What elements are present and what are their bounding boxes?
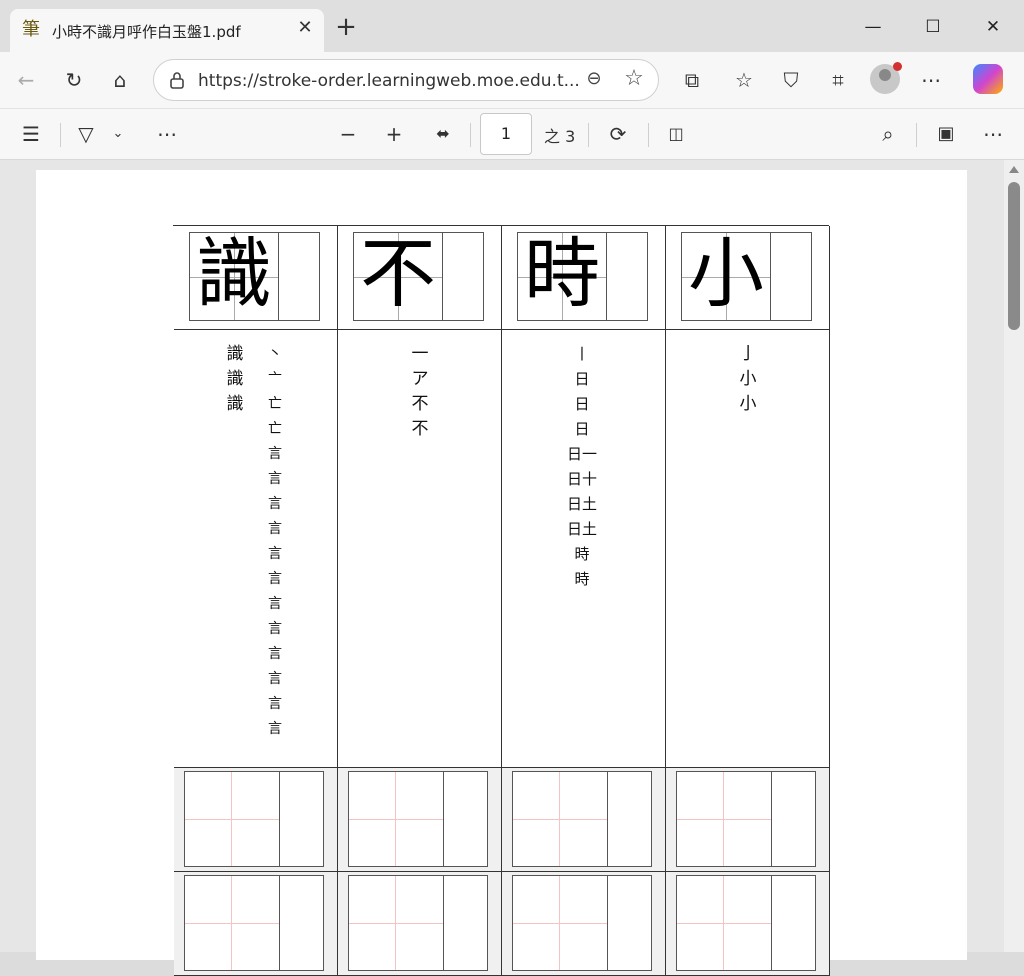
copilot-icon[interactable] (973, 64, 1003, 94)
stroke-sequence: 亅 小 小 (739, 344, 757, 414)
practice-cell[interactable] (666, 768, 830, 872)
favorites-icon[interactable]: ☆ (728, 64, 760, 96)
character-box: 時 (517, 229, 648, 321)
stroke-sequence: 一 ア 不 不 (411, 344, 429, 439)
separator (588, 123, 589, 147)
more-menu-icon[interactable]: ⋯ (915, 64, 947, 96)
stroke-sequence-right: 丶 亠 亡 亡 言 言 言 言 言 言 言 言 言 言 言 言 (268, 346, 282, 737)
search-icon[interactable]: ⌕ (874, 119, 902, 149)
header-cell: 不 (338, 226, 502, 330)
practice-cell[interactable] (502, 872, 666, 976)
practice-cell[interactable] (338, 872, 502, 976)
separator (60, 123, 61, 147)
highlight-icon[interactable]: ▽ (72, 119, 100, 149)
separator (648, 123, 649, 147)
refresh-icon[interactable]: ↻ (58, 64, 90, 96)
zoom-icon[interactable]: ⊖ (582, 68, 606, 92)
pdf-viewer: 識 識 識 識 丶 亠 亡 亡 言 言 言 言 言 言 言 言 言 言 言 言 … (0, 160, 1024, 976)
fit-width-icon[interactable]: ⬌ (428, 119, 458, 149)
stroke-order-table: 識 識 識 識 丶 亠 亡 亡 言 言 言 言 言 言 言 言 言 言 言 言 … (173, 225, 830, 976)
maximize-button[interactable]: ☐ (910, 12, 956, 42)
contents-icon[interactable]: ☰ (18, 119, 44, 149)
page-count: 之 3 (544, 127, 576, 146)
character-box: 識 (189, 229, 320, 321)
practice-cell[interactable] (502, 768, 666, 872)
pdf-toolbar: ☰ ▽ ⌄ ⋯ − + ⬌ 1 之 3 ⟳ ◫ ⌕ ▣ ⋯ (0, 108, 1024, 160)
pdf-page: 識 識 識 識 丶 亠 亡 亡 言 言 言 言 言 言 言 言 言 言 言 言 … (36, 170, 967, 976)
stroke-order-cell: 丨 日 日 日 日一 日十 日土 日土 時 時 (502, 330, 666, 768)
stroke-order-cell: 亅 小 小 (666, 330, 830, 768)
close-tab-icon[interactable]: ✕ (294, 17, 316, 39)
close-window-button[interactable]: ✕ (970, 12, 1016, 42)
character: 不 (360, 229, 436, 318)
zoom-out-icon[interactable]: − (334, 119, 362, 149)
rotate-icon[interactable]: ⟳ (604, 119, 632, 149)
page-view-icon[interactable]: ◫ (662, 119, 690, 149)
new-tab-button[interactable]: + (334, 14, 358, 42)
practice-cell[interactable] (174, 768, 338, 872)
stroke-sequence-left: 識 識 識 (226, 344, 244, 414)
header-cell: 識 (174, 226, 338, 330)
stroke-order-cell: 識 識 識 丶 亠 亡 亡 言 言 言 言 言 言 言 言 言 言 言 言 (174, 330, 338, 768)
extensions-icon[interactable]: ⧉ (676, 64, 708, 96)
character-box: 不 (353, 229, 484, 321)
practice-cell[interactable] (338, 768, 502, 872)
scroll-up-icon[interactable] (1009, 166, 1019, 173)
profile-avatar[interactable] (870, 62, 902, 94)
url-text: https://stroke-order.learningweb.moe.edu… (198, 71, 580, 91)
pdf-favicon-icon: 筆 (22, 19, 40, 40)
stroke-sequence: 丨 日 日 日 日一 日十 日土 日土 時 時 (566, 345, 597, 588)
header-cell: 時 (502, 226, 666, 330)
more-tools-icon[interactable]: ⋯ (152, 119, 182, 149)
tab-active[interactable]: 筆 小時不識月呼作白玉盤1.pdf ✕ (10, 9, 324, 52)
more-options-icon[interactable]: ⋯ (978, 119, 1008, 149)
shield-icon[interactable]: ⛉ (775, 64, 807, 96)
save-icon[interactable]: ▣ (932, 119, 960, 149)
back-icon[interactable]: ← (10, 64, 42, 96)
practice-cell[interactable] (174, 872, 338, 976)
scrollbar-thumb[interactable] (1008, 182, 1020, 330)
character: 識 (196, 229, 272, 318)
character: 時 (524, 229, 600, 318)
home-icon[interactable]: ⌂ (104, 64, 136, 96)
minimize-button[interactable]: — (850, 12, 896, 42)
page-number-input[interactable]: 1 (480, 113, 532, 155)
header-cell: 小 (666, 226, 830, 330)
character-box: 小 (681, 229, 812, 321)
tab-strip: 筆 小時不識月呼作白玉盤1.pdf ✕ + — ☐ ✕ (0, 0, 1024, 52)
tab-title: 小時不識月呼作白玉盤1.pdf (52, 23, 241, 41)
favorite-star-icon[interactable]: ☆ (620, 66, 648, 94)
separator (470, 123, 471, 147)
address-bar[interactable]: https://stroke-order.learningweb.moe.edu… (153, 59, 659, 101)
lock-icon (170, 72, 184, 89)
character: 小 (688, 229, 764, 318)
screenshot-icon[interactable]: ⌗ (822, 64, 854, 96)
vertical-scrollbar[interactable] (1004, 160, 1024, 952)
stroke-order-cell: 一 ア 不 不 (338, 330, 502, 768)
separator (916, 123, 917, 147)
chevron-down-icon[interactable]: ⌄ (108, 119, 128, 149)
notification-dot (893, 62, 902, 71)
navigation-bar: ← ↻ ⌂ https://stroke-order.learningweb.m… (0, 52, 1024, 108)
zoom-in-icon[interactable]: + (380, 119, 408, 149)
practice-cell[interactable] (666, 872, 830, 976)
